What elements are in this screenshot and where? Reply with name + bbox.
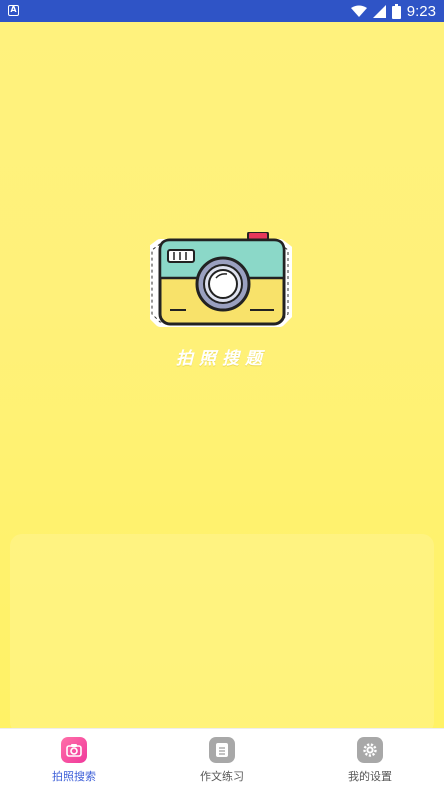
tab-photo-search[interactable]: 拍照搜索 — [0, 729, 148, 789]
tab-label: 作文练习 — [200, 770, 244, 783]
tab-essay-practice[interactable]: 作文练习 — [148, 729, 296, 789]
status-icons: 9:23 — [350, 0, 436, 22]
battery-icon — [391, 3, 401, 19]
cellular-signal-icon — [372, 4, 386, 18]
bottom-tab-bar: 拍照搜索 作文练习 我的设置 — [0, 728, 444, 789]
content-panel — [10, 534, 434, 734]
wifi-icon — [350, 5, 367, 17]
camera-illustration — [147, 231, 293, 342]
status-time: 9:23 — [406, 2, 436, 20]
camera-icon — [61, 737, 87, 763]
tab-my-settings[interactable]: 我的设置 — [296, 729, 444, 789]
tab-label: 拍照搜索 — [52, 770, 96, 783]
app-title: 拍照搜题 — [176, 349, 268, 369]
tab-label: 我的设置 — [348, 770, 392, 783]
main-area: 拍照搜题 — [0, 22, 444, 734]
gear-icon — [357, 737, 383, 763]
status-bar: A 9:23 — [0, 0, 444, 22]
accessibility-a-icon: A — [8, 5, 19, 16]
document-icon — [209, 737, 235, 763]
